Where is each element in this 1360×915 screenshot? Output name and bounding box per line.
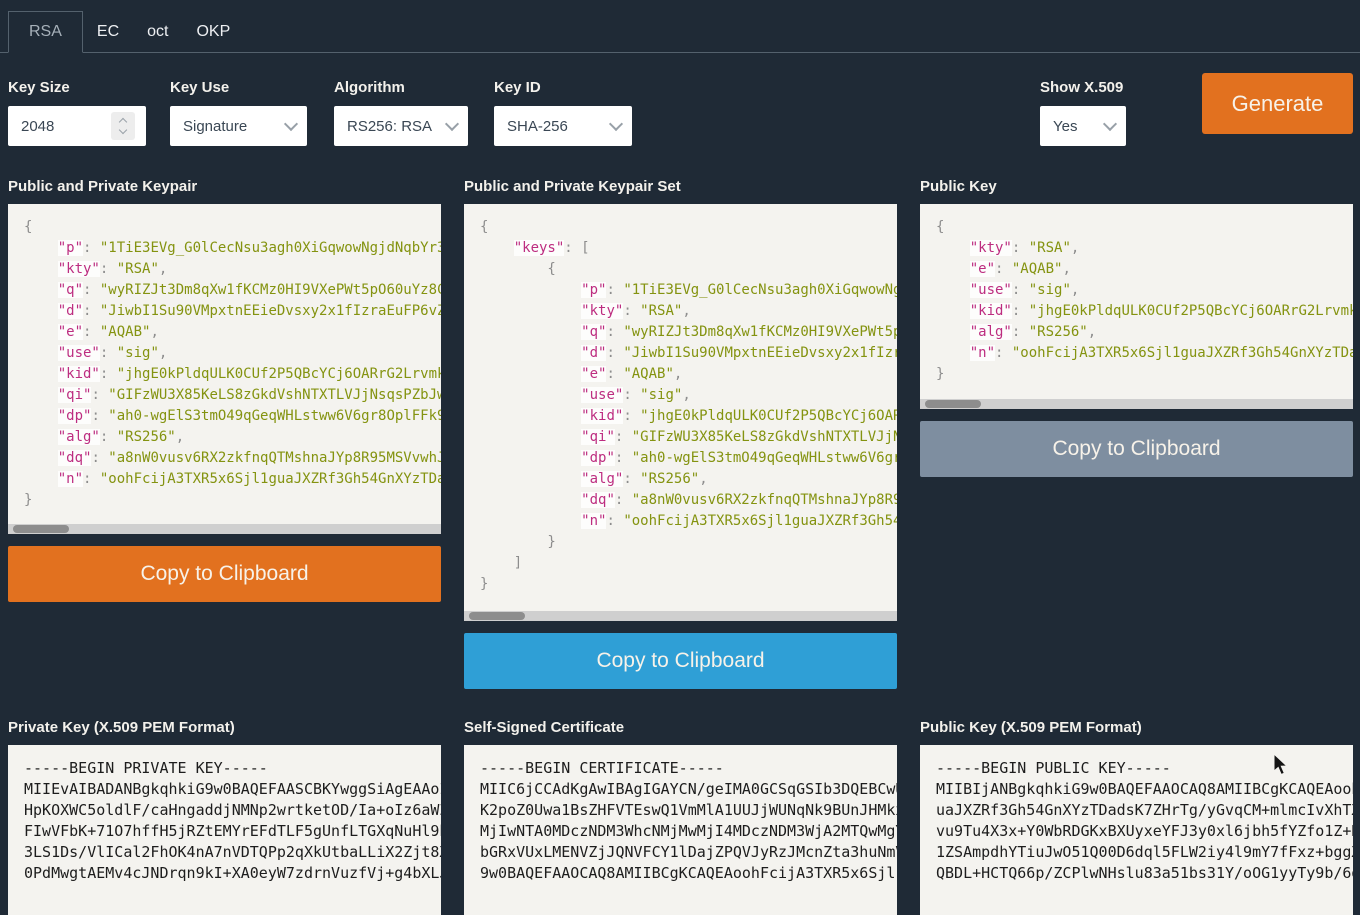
private-pem-title: Private Key (X.509 PEM Format) xyxy=(8,719,441,736)
public-pem-box: -----BEGIN PUBLIC KEY-----MIIBIjANBgkqhk… xyxy=(920,745,1353,915)
key-use-value: Signature xyxy=(183,118,247,135)
key-use-select[interactable]: Signature xyxy=(170,106,307,146)
tab-ec[interactable]: EC xyxy=(83,12,133,52)
chevron-down-icon xyxy=(284,117,298,131)
key-id-select[interactable]: SHA-256 xyxy=(494,106,632,146)
public-pem-title: Public Key (X.509 PEM Format) xyxy=(920,719,1353,736)
keypair-hscrollbar-thumb[interactable] xyxy=(13,525,69,533)
public-key-hscrollbar[interactable] xyxy=(920,399,1353,409)
key-use-group: Key Use Signature xyxy=(170,79,307,146)
algorithm-label: Algorithm xyxy=(334,79,468,96)
keypair-set-json-box: { "keys": [ { "p": "1TiE3EVg_G0lCecNsu3a… xyxy=(464,204,897,621)
keypair-section: Public and Private Keypair { "p": "1TiE3… xyxy=(8,178,441,602)
public-key-title: Public Key xyxy=(920,178,1353,195)
algorithm-group: Algorithm RS256: RSA xyxy=(334,79,468,146)
private-pem-box: -----BEGIN PRIVATE KEY-----MIIEvAIBADANB… xyxy=(8,745,441,915)
certificate-section: Self-Signed Certificate -----BEGIN CERTI… xyxy=(464,719,897,915)
keypair-set-hscrollbar[interactable] xyxy=(464,611,897,621)
algorithm-value: RS256: RSA xyxy=(347,118,432,135)
keypair-set-hscrollbar-thumb[interactable] xyxy=(469,612,525,620)
key-size-label: Key Size xyxy=(8,79,146,96)
tab-rsa[interactable]: RSA xyxy=(8,11,83,53)
certificate-box: -----BEGIN CERTIFICATE-----MIIC6jCCAdKgA… xyxy=(464,745,897,915)
keypair-hscrollbar[interactable] xyxy=(8,524,441,534)
key-size-group: Key Size 2048 xyxy=(8,79,146,146)
generator-controls: Key Size 2048 Key Use Signature Algorith… xyxy=(0,69,1360,163)
public-key-json: { "kty": "RSA", "e": "AQAB", "use": "sig… xyxy=(920,204,1353,385)
results-grid: Public and Private Keypair { "p": "1TiE3… xyxy=(8,178,1352,915)
generate-button[interactable]: Generate xyxy=(1202,73,1353,134)
key-id-value: SHA-256 xyxy=(507,118,568,135)
chevron-down-icon xyxy=(1103,117,1117,131)
keypair-title: Public and Private Keypair xyxy=(8,178,441,195)
copy-public-key-button[interactable]: Copy to Clipboard xyxy=(920,421,1353,477)
key-id-group: Key ID SHA-256 xyxy=(494,79,632,146)
show-x509-label: Show X.509 xyxy=(1040,79,1126,96)
keypair-set-section: Public and Private Keypair Set { "keys":… xyxy=(464,178,897,689)
keypair-set-title: Public and Private Keypair Set xyxy=(464,178,897,195)
public-key-hscrollbar-thumb[interactable] xyxy=(925,400,981,408)
key-size-input[interactable]: 2048 xyxy=(8,106,146,146)
show-x509-select[interactable]: Yes xyxy=(1040,106,1126,146)
public-pem-section: Public Key (X.509 PEM Format) -----BEGIN… xyxy=(920,719,1353,915)
copy-keypair-set-button[interactable]: Copy to Clipboard xyxy=(464,633,897,689)
stepper-down-icon[interactable] xyxy=(119,126,127,134)
certificate-text: -----BEGIN CERTIFICATE-----MIIC6jCCAdKgA… xyxy=(480,758,897,884)
key-size-value: 2048 xyxy=(21,118,54,135)
key-type-tabs: RSA EC oct OKP xyxy=(0,0,1360,53)
chevron-down-icon xyxy=(609,117,623,131)
algorithm-select[interactable]: RS256: RSA xyxy=(334,106,468,146)
keypair-json: { "p": "1TiE3EVg_G0lCecNsu3agh0XiGqwowNg… xyxy=(8,204,441,511)
show-x509-value: Yes xyxy=(1053,118,1077,135)
public-pem-text: -----BEGIN PUBLIC KEY-----MIIBIjANBgkqhk… xyxy=(936,758,1353,884)
private-pem-section: Private Key (X.509 PEM Format) -----BEGI… xyxy=(8,719,441,915)
keypair-json-box: { "p": "1TiE3EVg_G0lCecNsu3agh0XiGqwowNg… xyxy=(8,204,441,534)
copy-keypair-button[interactable]: Copy to Clipboard xyxy=(8,546,441,602)
key-use-label: Key Use xyxy=(170,79,307,96)
private-pem-text: -----BEGIN PRIVATE KEY-----MIIEvAIBADANB… xyxy=(24,758,441,884)
key-size-stepper[interactable] xyxy=(111,112,135,140)
public-key-json-box: { "kty": "RSA", "e": "AQAB", "use": "sig… xyxy=(920,204,1353,409)
key-id-label: Key ID xyxy=(494,79,632,96)
keypair-set-json: { "keys": [ { "p": "1TiE3EVg_G0lCecNsu3a… xyxy=(464,204,897,595)
tab-oct[interactable]: oct xyxy=(133,12,182,52)
chevron-down-icon xyxy=(445,117,459,131)
tab-okp[interactable]: OKP xyxy=(182,12,244,52)
show-x509-group: Show X.509 Yes xyxy=(1040,79,1126,146)
certificate-title: Self-Signed Certificate xyxy=(464,719,897,736)
public-key-section: Public Key { "kty": "RSA", "e": "AQAB", … xyxy=(920,178,1353,477)
